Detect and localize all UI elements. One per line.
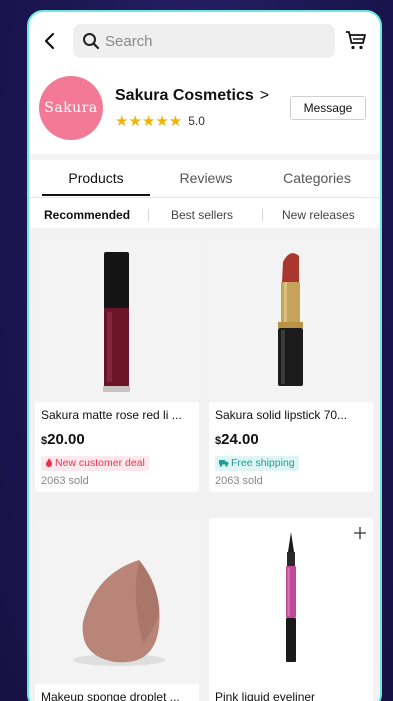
sold-count: 2063 sold <box>41 475 89 487</box>
flame-icon <box>46 458 52 467</box>
shop-header: Sakura Sakura Cosmetics > ★★★★★ 5.0 Mess… <box>29 74 380 162</box>
star-icon: ★★★★★ <box>115 113 183 130</box>
back-icon[interactable] <box>39 30 61 52</box>
plus-icon[interactable] <box>353 526 367 540</box>
product-price: $24.00 <box>215 431 259 448</box>
filter-best-sellers[interactable]: Best sellers <box>171 204 233 226</box>
tab-reviews[interactable]: Reviews <box>154 160 258 197</box>
lipstick-image <box>278 253 303 386</box>
shop-tabs: Products Reviews Categories <box>29 160 380 198</box>
product-card[interactable]: Makeup sponge droplet ... <box>35 518 199 701</box>
tab-categories[interactable]: Categories <box>262 160 372 197</box>
shipping-badge-text: Free shipping <box>231 457 295 469</box>
search-input[interactable] <box>105 24 325 58</box>
phone-screen: Sakura Sakura Cosmetics > ★★★★★ 5.0 Mess… <box>27 10 382 701</box>
shop-avatar-text: Sakura <box>44 100 98 116</box>
product-image <box>209 518 373 684</box>
sort-filters: Recommended Best sellers New releases <box>29 204 380 226</box>
chevron-right-icon: > <box>259 87 270 104</box>
tab-products[interactable]: Products <box>42 160 150 197</box>
product-title: Sakura matte rose red li ... <box>41 408 182 422</box>
rating-value: 5.0 <box>188 114 205 128</box>
cart-icon[interactable] <box>344 28 368 52</box>
price-value: 20.00 <box>47 431 85 448</box>
shop-name: Sakura Cosmetics <box>115 87 254 104</box>
makeup-sponge-image <box>73 560 165 666</box>
message-button[interactable]: Message <box>290 96 366 120</box>
top-bar <box>29 12 380 74</box>
truck-icon <box>219 460 229 467</box>
active-tab-indicator <box>42 194 150 196</box>
shipping-badge: Free shipping <box>215 456 299 471</box>
deal-badge-text: New customer deal <box>55 457 145 469</box>
product-price: $20.00 <box>41 431 85 448</box>
filter-new-releases[interactable]: New releases <box>282 204 355 226</box>
filter-separator <box>262 209 263 221</box>
price-value: 24.00 <box>221 431 259 448</box>
product-grid: Sakura matte rose red li ... $20.00 New … <box>29 228 380 701</box>
deal-badge: New customer deal <box>41 456 149 471</box>
product-image <box>209 236 373 402</box>
product-image <box>35 236 199 402</box>
sold-count: 2063 sold <box>215 475 263 487</box>
product-title: Sakura solid lipstick 70... <box>215 408 348 422</box>
search-bar[interactable] <box>73 24 335 58</box>
product-title: Makeup sponge droplet ... <box>41 690 180 701</box>
shop-rating: ★★★★★ 5.0 <box>115 112 205 130</box>
search-icon <box>83 33 100 50</box>
shop-avatar[interactable]: Sakura <box>39 76 103 140</box>
product-card[interactable]: Sakura matte rose red li ... $20.00 New … <box>35 236 199 492</box>
filter-recommended[interactable]: Recommended <box>44 204 130 226</box>
shop-name-link[interactable]: Sakura Cosmetics > <box>115 87 269 105</box>
lip-gloss-image <box>103 252 130 392</box>
product-card[interactable]: Sakura solid lipstick 70... $24.00 Free … <box>209 236 373 492</box>
product-title: Pink liquid eyeliner <box>215 690 316 701</box>
filter-separator <box>148 209 149 221</box>
product-card[interactable]: Pink liquid eyeliner <box>209 518 373 701</box>
eyeliner-image <box>286 532 296 662</box>
product-image <box>35 518 199 684</box>
